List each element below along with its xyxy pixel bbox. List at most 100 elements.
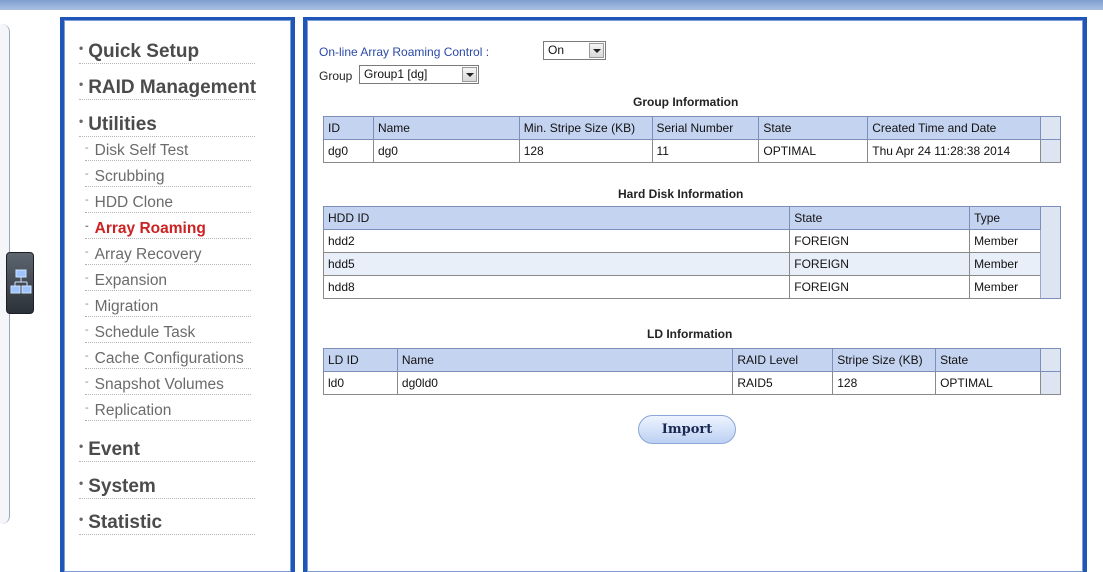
scrollbar[interactable] (1040, 139, 1061, 163)
hard-disk-information-title: Hard Disk Information (618, 187, 744, 201)
nav-array-recovery[interactable]: - Array Recovery (85, 246, 251, 265)
nav-sub-label: Expansion (94, 272, 168, 289)
nav-system[interactable]: • System (79, 476, 255, 499)
nav-quick-setup-label: Quick Setup (88, 41, 200, 62)
scrollbar[interactable] (1040, 371, 1061, 395)
nav-migration[interactable]: - Migration (85, 298, 251, 317)
table-row[interactable]: hdd2 FOREIGN Member (322, 229, 1061, 253)
nav-sub-label: Replication (94, 402, 172, 419)
table-cell: 128 (832, 371, 937, 395)
nav-replication[interactable]: - Replication (85, 402, 251, 421)
column-header: RAID Level (732, 348, 834, 372)
array-roaming-content: On-line Array Roaming Control : On Group… (307, 20, 1083, 572)
table-row[interactable]: hdd8 FOREIGN Member (322, 275, 1061, 299)
column-header: Stripe Size (KB) (832, 348, 937, 372)
table-cell: FOREIGN (789, 252, 971, 276)
nav-sub-label: Migration (94, 298, 159, 315)
table-cell: Thu Apr 24 11:28:38 2014 (867, 139, 1041, 163)
nav-quick-setup[interactable]: • Quick Setup (79, 41, 255, 64)
table-row[interactable]: dg0 dg0 128 11 OPTIMAL Thu Apr 24 11:28:… (323, 139, 1061, 163)
nav-bullet: • (79, 476, 84, 490)
nav-raid-management[interactable]: • RAID Management (79, 77, 257, 100)
scrollbar[interactable] (1040, 348, 1061, 372)
nav-sub-label: Schedule Task (94, 324, 196, 341)
nav-bullet: - (85, 168, 89, 180)
nav-bullet: - (85, 376, 89, 388)
nav-statistic-label: Statistic (88, 512, 163, 533)
import-button[interactable]: Import (638, 415, 736, 444)
nav-sub-label: Array Recovery (94, 246, 202, 263)
nav-expansion[interactable]: - Expansion (85, 272, 251, 291)
nav-bullet: - (85, 246, 89, 258)
navigation-panel: • Quick Setup • RAID Management • Utilities… (60, 17, 295, 572)
nav-scrubbing[interactable]: - Scrubbing (85, 168, 251, 187)
table-cell: dg0 (372, 139, 520, 163)
nav-bullet: - (85, 350, 89, 362)
nav-sub-label: Disk Self Test (94, 142, 189, 159)
nav-sub-label: Array Roaming (94, 220, 206, 237)
table-cell: FOREIGN (789, 275, 971, 299)
nav-statistic[interactable]: • Statistic (79, 512, 255, 535)
nav-bullet: • (79, 77, 84, 91)
group-information-title: Group Information (633, 95, 739, 109)
nav-sub-label: Scrubbing (94, 168, 165, 185)
nav-system-label: System (88, 476, 156, 497)
table-header-row: LD ID Name RAID Level Stripe Size (KB) S… (323, 348, 1061, 372)
scrollbar[interactable] (1040, 116, 1061, 140)
column-header: Serial Number (651, 116, 760, 140)
nav-hdd-clone[interactable]: - HDD Clone (85, 194, 251, 213)
column-header: LD ID (323, 348, 398, 372)
nav-bullet: - (85, 220, 89, 232)
table-cell: RAID5 (732, 371, 834, 395)
table-cell: dg0 (323, 139, 374, 163)
nav-array-roaming[interactable]: - Array Roaming (85, 220, 251, 239)
table-cell: Member (969, 229, 1042, 253)
nav-bullet: • (79, 114, 84, 128)
nav-bullet: - (85, 272, 89, 284)
nav-bullet: • (79, 512, 84, 526)
hard-disk-information-table: HDD ID State Type hdd2 FOREIGN Member hd… (322, 206, 1061, 299)
nav-disk-self-test[interactable]: - Disk Self Test (85, 142, 251, 161)
chevron-down-icon[interactable] (462, 67, 477, 82)
nav-bullet: - (85, 402, 89, 414)
nav-bullet: - (85, 194, 89, 206)
nav-bullet: • (79, 439, 84, 453)
nav-schedule-task[interactable]: - Schedule Task (85, 324, 251, 343)
table-row[interactable]: hdd5 FOREIGN Member (322, 252, 1061, 276)
column-header: HDD ID (322, 206, 791, 230)
nav-snapshot-volumes[interactable]: - Snapshot Volumes (85, 376, 251, 395)
nav-utilities[interactable]: • Utilities (79, 114, 255, 137)
table-cell: 11 (651, 139, 760, 163)
table-cell: 128 (518, 139, 653, 163)
navigation-menu: • Quick Setup • RAID Management • Utilities… (64, 20, 291, 572)
nav-cache-configurations[interactable]: - Cache Configurations (85, 350, 251, 369)
group-select[interactable]: Group1 [dg] (359, 65, 479, 84)
table-cell: hdd2 (322, 229, 791, 253)
roaming-control-select[interactable]: On (543, 41, 606, 60)
content-panel: On-line Array Roaming Control : On Group… (303, 17, 1087, 572)
chevron-down-icon[interactable] (589, 43, 604, 58)
table-cell: ld0 (323, 371, 398, 395)
nav-utilities-label: Utilities (88, 114, 157, 135)
nav-raid-management-label: RAID Management (88, 77, 257, 98)
nav-sub-label: HDD Clone (94, 194, 174, 211)
network-tool-icon[interactable] (6, 252, 34, 314)
column-header: State (789, 206, 971, 230)
table-row[interactable]: ld0 dg0ld0 RAID5 128 OPTIMAL (323, 371, 1061, 395)
group-label: Group (319, 69, 353, 83)
nav-event[interactable]: • Event (79, 439, 255, 462)
scrollbar[interactable] (1040, 206, 1061, 299)
nav-bullet: - (85, 324, 89, 336)
table-cell: dg0ld0 (396, 371, 734, 395)
table-cell: FOREIGN (789, 229, 971, 253)
table-cell: Member (969, 275, 1042, 299)
column-header: Name (372, 116, 520, 140)
column-header: State (935, 348, 1041, 372)
roaming-control-label: On-line Array Roaming Control : (319, 45, 490, 59)
nav-bullet: - (85, 298, 89, 310)
table-cell: hdd5 (322, 252, 791, 276)
group-information-table: ID Name Min. Stripe Size (KB) Serial Num… (323, 116, 1061, 163)
ld-information-table: LD ID Name RAID Level Stripe Size (KB) S… (323, 348, 1061, 395)
column-header: Type (969, 206, 1042, 230)
table-cell: hdd8 (322, 275, 791, 299)
